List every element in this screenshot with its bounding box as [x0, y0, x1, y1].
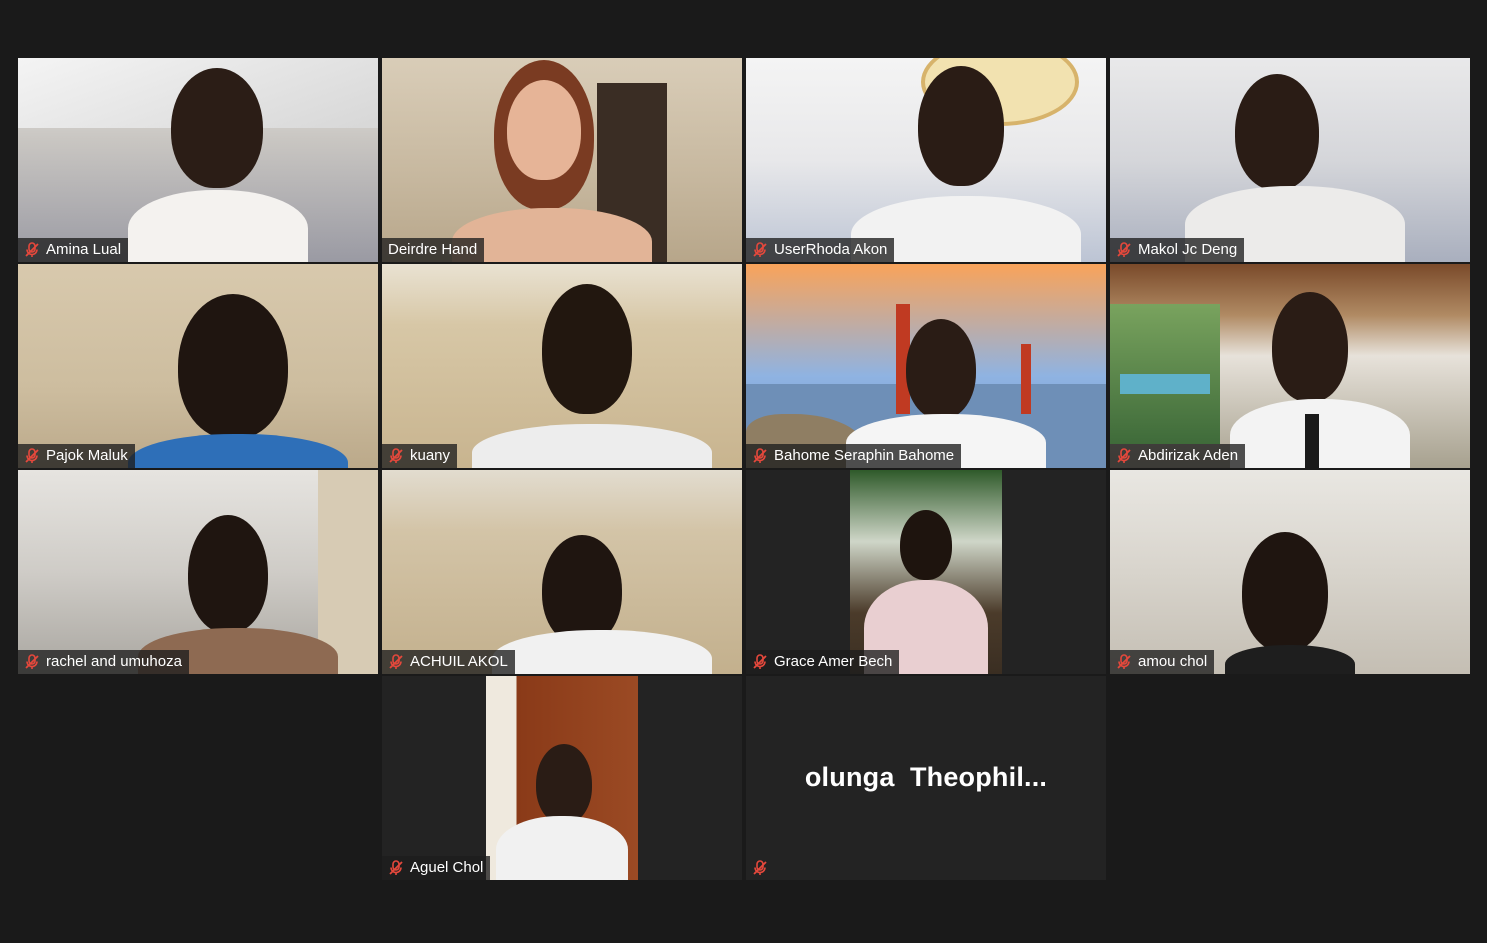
participant-name: Aguel Chol: [410, 859, 484, 876]
participant-nametag: amou chol: [1110, 650, 1215, 674]
participant-tile-amina-lual[interactable]: Amina Lual: [18, 58, 378, 262]
participant-nametag: UserRhoda Akon: [746, 238, 895, 262]
participant-name: Deirdre Hand: [388, 241, 478, 258]
participant-tile-achuil-akol[interactable]: ACHUIL AKOL: [382, 470, 742, 674]
participant-tile-deirdre-hand[interactable]: Deirdre Hand: [382, 58, 742, 262]
participant-name: Amina Lual: [46, 241, 122, 258]
video-feed: [382, 264, 742, 468]
participant-name: kuany: [410, 447, 451, 464]
video-feed: [1110, 470, 1470, 674]
video-feed: [850, 470, 1002, 674]
participant-tile-userrhoda-akon[interactable]: UserRhoda Akon: [746, 58, 1106, 262]
participant-nametag: Grace Amer Bech: [746, 650, 900, 674]
participant-nametag: Pajok Maluk: [18, 444, 135, 468]
participant-nametag: kuany: [382, 444, 458, 468]
participant-name: Grace Amer Bech: [774, 653, 893, 670]
participant-nametag: ACHUIL AKOL: [382, 650, 515, 674]
microphone-muted-icon: [25, 242, 39, 257]
participant-display-name: olunga Theophil...: [804, 762, 1048, 792]
participant-nametag: rachel and umuhoza: [18, 650, 189, 674]
participant-name: Abdirizak Aden: [1138, 447, 1239, 464]
video-feed: [382, 58, 742, 262]
participant-name: Bahome Seraphin Bahome: [774, 447, 955, 464]
participant-tile-grace-amer-bech[interactable]: Grace Amer Bech: [746, 470, 1106, 674]
microphone-muted-icon: [753, 242, 767, 257]
microphone-muted-icon: [753, 860, 767, 875]
microphone-muted-icon: [25, 654, 39, 669]
participant-tile-pajok-maluk[interactable]: Pajok Maluk: [18, 264, 378, 468]
participant-tile-kuany[interactable]: kuany: [382, 264, 742, 468]
microphone-muted-icon: [1117, 448, 1131, 463]
participant-name: amou chol: [1138, 653, 1208, 670]
participant-tile-makol-jc-deng[interactable]: Makol Jc Deng: [1110, 58, 1470, 262]
microphone-muted-icon: [389, 654, 403, 669]
participant-name: Pajok Maluk: [46, 447, 128, 464]
video-feed: [1110, 264, 1470, 468]
participant-name: rachel and umuhoza: [46, 653, 182, 670]
participant-nametag: Makol Jc Deng: [1110, 238, 1245, 262]
participant-tile-aguel-chol[interactable]: Aguel Chol: [382, 676, 742, 880]
participant-nametag: Aguel Chol: [382, 856, 491, 880]
participant-nametag: [746, 856, 775, 880]
video-feed: [18, 470, 378, 674]
participant-tile-bahome-seraphin-bahome[interactable]: Bahome Seraphin Bahome: [746, 264, 1106, 468]
video-feed: [382, 470, 742, 674]
participant-tile-abdirizak-aden[interactable]: Abdirizak Aden: [1110, 264, 1470, 468]
video-feed: [1110, 58, 1470, 262]
participant-tile-rachel-and-umuhoza[interactable]: rachel and umuhoza: [18, 470, 378, 674]
video-feed: [746, 264, 1106, 468]
microphone-muted-icon: [1117, 654, 1131, 669]
participant-name: UserRhoda Akon: [774, 241, 888, 258]
microphone-muted-icon: [753, 448, 767, 463]
participant-tile-olunga-theophil[interactable]: olunga Theophil...: [746, 676, 1106, 880]
participant-name: Makol Jc Deng: [1138, 241, 1238, 258]
microphone-muted-icon: [389, 860, 403, 875]
microphone-muted-icon: [753, 654, 767, 669]
video-feed: [486, 676, 638, 880]
participant-nametag: Amina Lual: [18, 238, 129, 262]
participant-tile-amou-chol[interactable]: amou chol: [1110, 470, 1470, 674]
microphone-muted-icon: [389, 448, 403, 463]
video-feed: [18, 58, 378, 262]
video-feed: [746, 58, 1106, 262]
participant-nametag: Deirdre Hand: [382, 238, 485, 262]
gallery-view: Amina Lual Deirdre Hand UserRhoda Akon M…: [0, 0, 1487, 943]
participant-nametag: Abdirizak Aden: [1110, 444, 1246, 468]
microphone-muted-icon: [1117, 242, 1131, 257]
participant-name: ACHUIL AKOL: [410, 653, 508, 670]
microphone-muted-icon: [25, 448, 39, 463]
participant-nametag: Bahome Seraphin Bahome: [746, 444, 962, 468]
video-feed: [18, 264, 378, 468]
